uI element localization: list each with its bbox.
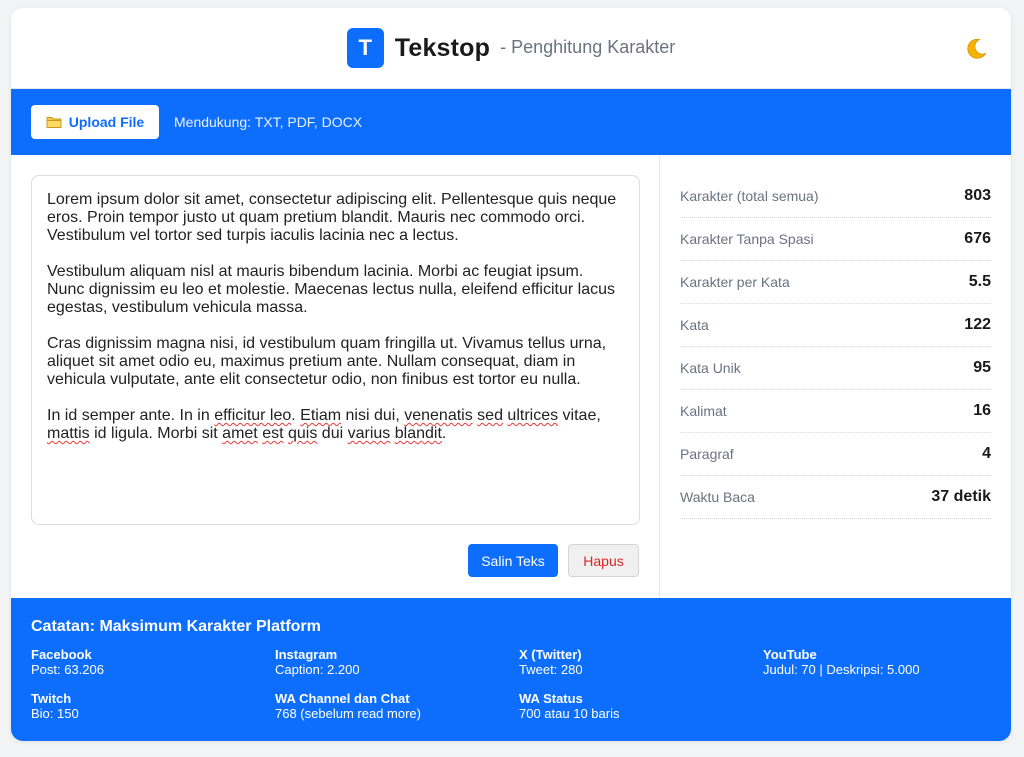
platform-limit: 768 (sebelum read more) xyxy=(275,706,421,721)
upload-file-button[interactable]: Upload File xyxy=(31,105,159,139)
stat-row-words: Kata 122 xyxy=(680,304,991,347)
platform-name: X (Twitter) xyxy=(519,647,582,662)
stat-value: 122 xyxy=(964,316,991,333)
platform-grid: Facebook Post: 63.206 Instagram Caption:… xyxy=(31,647,991,721)
main-content: Lorem ipsum dolor sit amet, consectetur … xyxy=(11,155,1011,598)
misspelled-word: Etiam xyxy=(300,407,342,424)
stat-label: Karakter Tanpa Spasi xyxy=(680,231,814,247)
platform-limit: Judul: 70 | Deskripsi: 5.000 xyxy=(763,662,920,677)
stat-value: 803 xyxy=(964,187,991,204)
stat-label: Kalimat xyxy=(680,403,727,419)
stat-row-characters-no-spaces: Karakter Tanpa Spasi 676 xyxy=(680,218,991,261)
platform-limit: Tweet: 280 xyxy=(519,662,583,677)
text-paragraph: Vestibulum aliquam nisl at mauris bibend… xyxy=(47,263,615,316)
app-window: T Tekstop - Penghitung Karakter Upload F… xyxy=(11,8,1011,741)
text-segment: vitae, xyxy=(558,407,601,424)
platform-wa-channel: WA Channel dan Chat 768 (sebelum read mo… xyxy=(275,691,519,721)
stat-value: 676 xyxy=(964,230,991,247)
brand: T Tekstop - Penghitung Karakter xyxy=(346,28,676,68)
editor-column: Lorem ipsum dolor sit amet, consectetur … xyxy=(11,155,660,598)
stat-value: 37 detik xyxy=(931,488,991,505)
platform-limit: Post: 63.206 xyxy=(31,662,104,677)
platform-limits-footer: Catatan: Maksimum Karakter Platform Face… xyxy=(11,598,1011,741)
clear-text-button[interactable]: Hapus xyxy=(568,544,639,577)
stat-label: Karakter (total semua) xyxy=(680,188,819,204)
platform-limit: Bio: 150 xyxy=(31,706,79,721)
platform-name: WA Status xyxy=(519,691,583,706)
platform-name: Instagram xyxy=(275,647,338,662)
platform-youtube: YouTube Judul: 70 | Deskripsi: 5.000 xyxy=(763,647,991,677)
stat-row-reading-time: Waktu Baca 37 detik xyxy=(680,476,991,519)
misspelled-word: amet xyxy=(222,425,258,442)
stat-value: 95 xyxy=(973,359,991,376)
stat-label: Kata Unik xyxy=(680,360,741,376)
platform-name: YouTube xyxy=(763,647,817,662)
stat-label: Paragraf xyxy=(680,446,734,462)
stat-label: Karakter per Kata xyxy=(680,274,790,290)
stat-value: 16 xyxy=(973,402,991,419)
upload-file-label: Upload File xyxy=(68,114,145,130)
text-segment: id ligula. Morbi sit xyxy=(89,425,223,442)
stat-value: 5.5 xyxy=(968,273,991,290)
theme-toggle-button[interactable] xyxy=(963,36,989,62)
logo: T xyxy=(346,28,384,68)
supported-formats-note: Mendukung: TXT, PDF, DOCX xyxy=(174,114,363,130)
misspelled-word: sed xyxy=(477,407,503,424)
stat-label: Kata xyxy=(680,317,709,333)
app-name: Tekstop xyxy=(394,33,491,62)
platform-twitch: Twitch Bio: 150 xyxy=(31,691,275,721)
misspelled-word: efficitur leo xyxy=(214,407,292,424)
platform-name: WA Channel dan Chat xyxy=(275,691,410,706)
header: T Tekstop - Penghitung Karakter xyxy=(11,8,1011,89)
editor-actions: Salin Teks Hapus xyxy=(31,544,639,577)
statistics-panel: Karakter (total semua) 803 Karakter Tanp… xyxy=(660,155,1011,598)
misspelled-word: mattis xyxy=(47,425,90,442)
text-segment: dui xyxy=(317,425,348,442)
text-segment: . xyxy=(291,407,301,424)
text-paragraph-last: In id semper ante. In in efficitur leo. … xyxy=(47,407,624,443)
platform-instagram: Instagram Caption: 2.200 xyxy=(275,647,519,677)
misspelled-word: venenatis xyxy=(404,407,473,424)
platform-name: Facebook xyxy=(31,647,92,662)
platform-wa-status: WA Status 700 atau 10 baris xyxy=(519,691,763,721)
misspelled-word: blandit xyxy=(394,425,442,442)
footer-title: Catatan: Maksimum Karakter Platform xyxy=(31,618,321,635)
stat-row-characters-per-word: Karakter per Kata 5.5 xyxy=(680,261,991,304)
text-segment: nisi dui, xyxy=(341,407,405,424)
stat-value: 4 xyxy=(982,445,991,462)
platform-limit: 700 atau 10 baris xyxy=(519,706,620,721)
misspelled-word: ultrices xyxy=(507,407,559,424)
misspelled-word: varius xyxy=(347,425,391,442)
stat-row-sentences: Kalimat 16 xyxy=(680,390,991,433)
app-subtitle: - Penghitung Karakter xyxy=(500,36,676,57)
moon-icon xyxy=(967,38,987,59)
platform-name: Twitch xyxy=(31,691,72,706)
text-paragraph: Lorem ipsum dolor sit amet, consectetur … xyxy=(47,191,617,244)
text-segment: In id semper ante. In in xyxy=(47,407,215,424)
stat-row-total-characters: Karakter (total semua) 803 xyxy=(680,175,991,218)
copy-text-button[interactable]: Salin Teks xyxy=(468,544,558,577)
platform-x-twitter: X (Twitter) Tweet: 280 xyxy=(519,647,763,677)
folder-icon xyxy=(46,117,62,128)
stat-row-paragraphs: Paragraf 4 xyxy=(680,433,991,476)
stat-label: Waktu Baca xyxy=(680,489,755,505)
misspelled-word: est xyxy=(262,425,284,442)
text-segment: . xyxy=(441,425,447,442)
platform-facebook: Facebook Post: 63.206 xyxy=(31,647,275,677)
stat-row-unique-words: Kata Unik 95 xyxy=(680,347,991,390)
text-paragraph: Cras dignissim magna nisi, id vestibulum… xyxy=(47,335,607,388)
misspelled-word: quis xyxy=(288,425,318,442)
platform-limit: Caption: 2.200 xyxy=(275,662,360,677)
toolbar: Upload File Mendukung: TXT, PDF, DOCX xyxy=(11,89,1011,155)
text-input-area[interactable]: Lorem ipsum dolor sit amet, consectetur … xyxy=(31,175,640,525)
